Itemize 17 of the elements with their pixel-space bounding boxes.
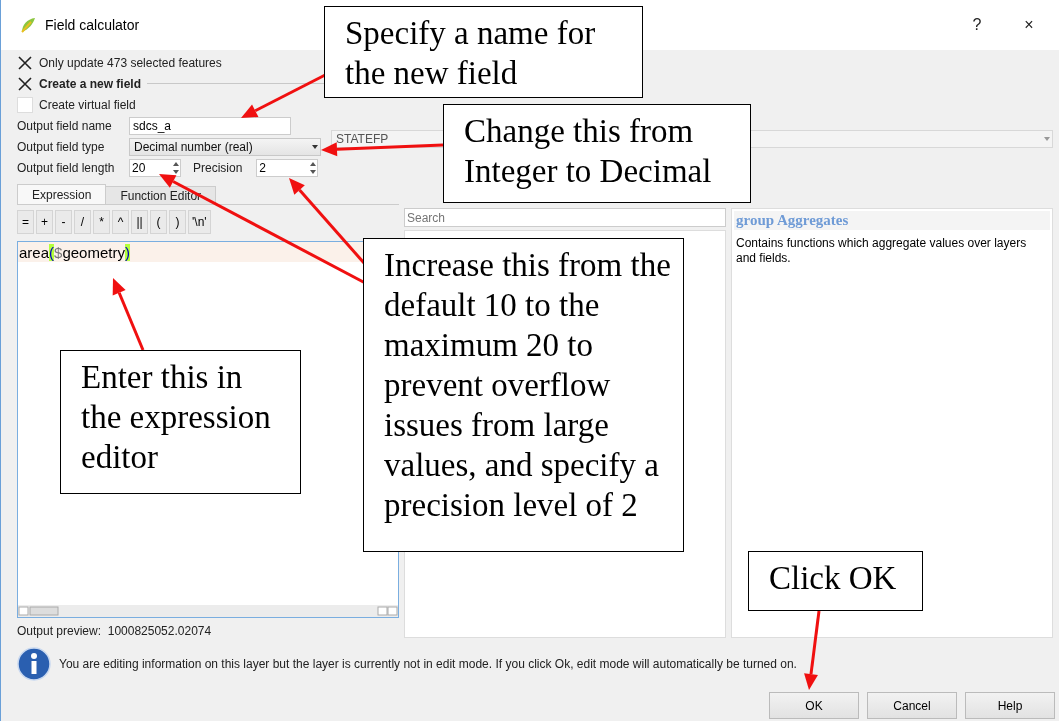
field-label: Output field name (17, 118, 113, 133)
help-text: Contains functions which aggregate values over layers and fields. (735, 236, 1028, 266)
field-label: Precision (193, 160, 243, 175)
checkbox-label: Create virtual field (39, 97, 136, 112)
annotation-tooltip: Specify a name for the new field (324, 6, 643, 98)
field-label: Output field length (17, 160, 116, 175)
annotation-tooltip: Click OK (748, 551, 923, 611)
output-preview: Output preview: 1000825052.02074 (17, 624, 213, 638)
group-title: Create a new field (39, 76, 142, 91)
field-label: Output field type (17, 139, 106, 154)
help-title: group Aggregates (734, 211, 1050, 230)
annotation-tooltip: Enter this in the expression editor (60, 350, 301, 494)
message-text: You are editing information on this layer but the layer is currently not in edit mode. If you click Ok, edit mode will automatically be turned on. (59, 657, 797, 671)
window-title: Field calculator (45, 17, 140, 33)
checkbox-label: Only update 473 selected features (39, 55, 222, 70)
annotation-tooltip: Increase this from the default 10 to the maximum 20 to prevent overflow issues from large values, and specify a precision level of 2 (363, 238, 684, 552)
annotation-tooltip: Change this from Integer to Decimal (443, 104, 751, 203)
